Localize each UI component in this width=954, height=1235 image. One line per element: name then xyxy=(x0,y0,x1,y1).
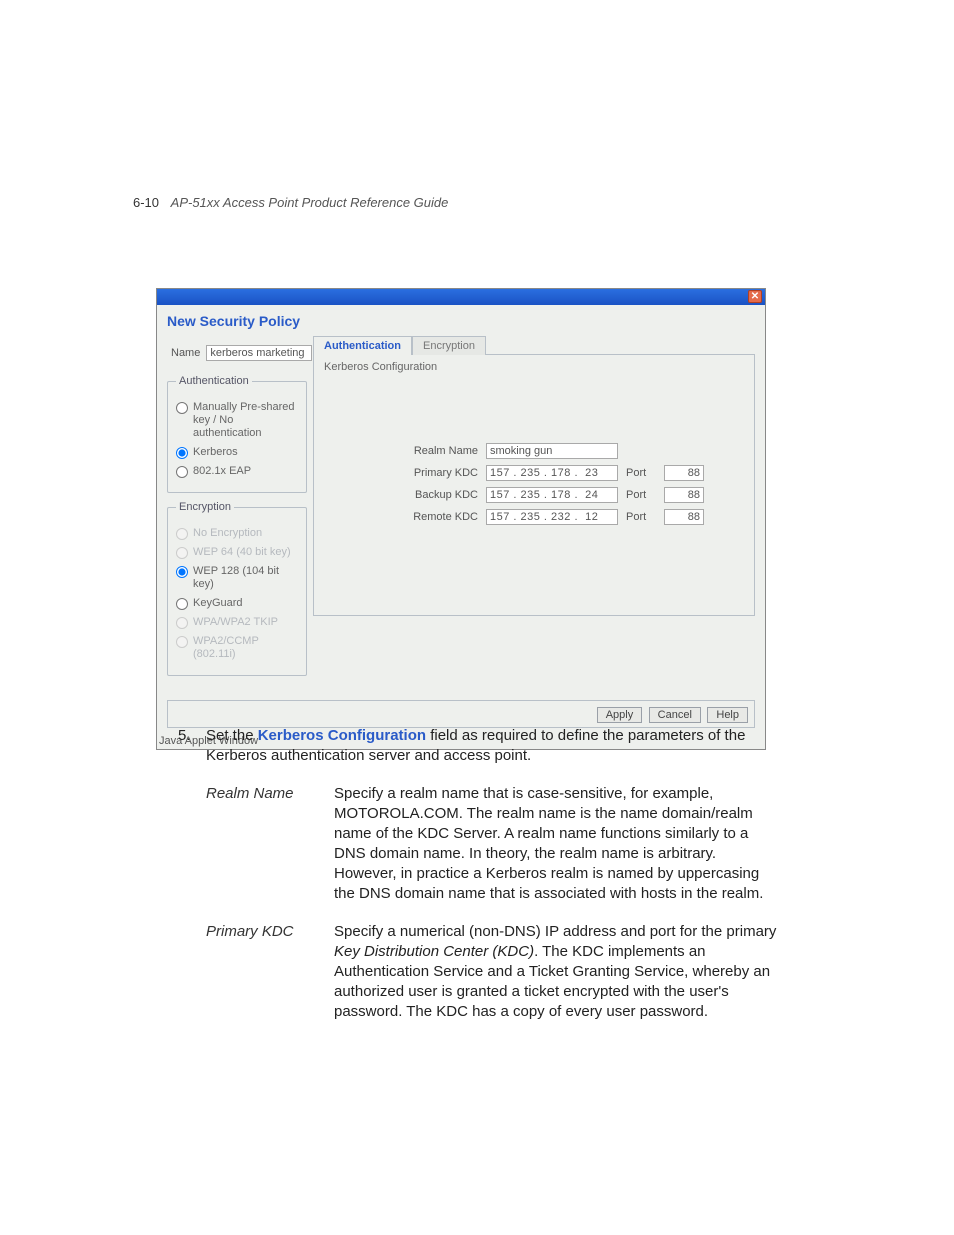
backup-port-label: Port xyxy=(626,489,656,501)
footer-bar: Apply Cancel Help xyxy=(167,700,755,728)
tab-panel: Kerberos Configuration Realm Name Primar… xyxy=(313,354,755,616)
help-button[interactable]: Help xyxy=(707,707,748,723)
remote-kdc-ip-input[interactable] xyxy=(486,509,618,525)
auth-kerberos-radio[interactable] xyxy=(176,447,188,459)
page-number: 6-10 xyxy=(133,195,159,210)
authentication-fieldset: Authentication Manually Pre-shared key /… xyxy=(167,375,307,493)
right-column: Authentication Encryption Kerberos Confi… xyxy=(313,335,755,684)
enc-wep64-row: WEP 64 (40 bit key) xyxy=(176,546,300,559)
primary-kdc-ip-input[interactable] xyxy=(486,465,618,481)
backup-port-input[interactable] xyxy=(664,487,704,503)
kerberos-config-grid: Realm Name Primary KDC Port Backup KDC P… xyxy=(400,443,744,525)
security-policy-window: ✕ New Security Policy Name Authenticatio… xyxy=(156,288,766,750)
page-header: 6-10 AP-51xx Access Point Product Refere… xyxy=(133,195,448,210)
enc-none-row: No Encryption xyxy=(176,527,300,540)
step-text-bold: Kerberos Configuration xyxy=(258,727,426,744)
def-realm-name: Realm Name Specify a realm name that is … xyxy=(206,784,778,904)
enc-ccmp-row: WPA2/CCMP (802.11i) xyxy=(176,635,300,661)
enc-none-radio xyxy=(176,528,188,540)
enc-keyguard-radio[interactable] xyxy=(176,598,188,610)
step-number: 5. xyxy=(178,726,191,746)
step-instruction: 5. Set the Kerberos Configuration field … xyxy=(178,726,778,766)
def-primary-term: Primary KDC xyxy=(206,922,334,1022)
left-column: Name Authentication Manually Pre-shared … xyxy=(167,335,307,684)
primary-port-input[interactable] xyxy=(664,465,704,481)
enc-ccmp-radio xyxy=(176,636,188,648)
definitions: Realm Name Specify a realm name that is … xyxy=(206,784,778,1040)
auth-eap-row[interactable]: 802.1x EAP xyxy=(176,465,300,478)
enc-wep128-radio[interactable] xyxy=(176,566,188,578)
step-text-pre: Set the xyxy=(206,727,258,744)
tabs: Authentication Encryption xyxy=(313,335,755,354)
remote-port-label: Port xyxy=(626,511,656,523)
enc-tkip-label: WPA/WPA2 TKIP xyxy=(193,616,278,629)
auth-psk-radio[interactable] xyxy=(176,402,188,414)
name-input[interactable] xyxy=(206,345,312,361)
def-realm-desc: Specify a realm name that is case-sensit… xyxy=(334,784,778,904)
enc-wep64-radio xyxy=(176,547,188,559)
encryption-fieldset: Encryption No Encryption WEP 64 (40 bit … xyxy=(167,501,307,676)
name-label: Name xyxy=(171,347,200,359)
def-primary-desc: Specify a numerical (non-DNS) IP address… xyxy=(334,922,778,1022)
auth-kerberos-row[interactable]: Kerberos xyxy=(176,446,300,459)
auth-psk-row[interactable]: Manually Pre-shared key / No authenticat… xyxy=(176,401,300,440)
enc-wep128-row[interactable]: WEP 128 (104 bit key) xyxy=(176,565,300,591)
enc-wep64-label: WEP 64 (40 bit key) xyxy=(193,546,291,559)
auth-eap-radio[interactable] xyxy=(176,466,188,478)
cancel-button[interactable]: Cancel xyxy=(649,707,701,723)
backup-kdc-ip-input[interactable] xyxy=(486,487,618,503)
auth-eap-label: 802.1x EAP xyxy=(193,465,251,478)
enc-keyguard-row[interactable]: KeyGuard xyxy=(176,597,300,610)
close-icon[interactable]: ✕ xyxy=(748,290,762,303)
guide-title: AP-51xx Access Point Product Reference G… xyxy=(171,195,449,210)
remote-kdc-label: Remote KDC xyxy=(400,511,478,523)
kerberos-config-title: Kerberos Configuration xyxy=(324,361,744,373)
authentication-legend: Authentication xyxy=(176,375,252,387)
realm-name-input[interactable] xyxy=(486,443,618,459)
def-primary-kdc: Primary KDC Specify a numerical (non-DNS… xyxy=(206,922,778,1022)
enc-none-label: No Encryption xyxy=(193,527,262,540)
apply-button[interactable]: Apply xyxy=(597,707,643,723)
auth-psk-label: Manually Pre-shared key / No authenticat… xyxy=(193,401,300,440)
enc-ccmp-label: WPA2/CCMP (802.11i) xyxy=(193,635,300,661)
titlebar: ✕ xyxy=(157,289,765,305)
tab-authentication[interactable]: Authentication xyxy=(313,336,412,355)
remote-port-input[interactable] xyxy=(664,509,704,525)
enc-keyguard-label: KeyGuard xyxy=(193,597,243,610)
encryption-legend: Encryption xyxy=(176,501,234,513)
primary-port-label: Port xyxy=(626,467,656,479)
auth-kerberos-label: Kerberos xyxy=(193,446,238,459)
tab-encryption[interactable]: Encryption xyxy=(412,336,486,355)
enc-tkip-radio xyxy=(176,617,188,629)
def-realm-term: Realm Name xyxy=(206,784,334,904)
enc-tkip-row: WPA/WPA2 TKIP xyxy=(176,616,300,629)
primary-kdc-label: Primary KDC xyxy=(400,467,478,479)
backup-kdc-label: Backup KDC xyxy=(400,489,478,501)
enc-wep128-label: WEP 128 (104 bit key) xyxy=(193,565,300,591)
realm-name-label: Realm Name xyxy=(400,445,478,457)
window-title: New Security Policy xyxy=(157,305,765,335)
